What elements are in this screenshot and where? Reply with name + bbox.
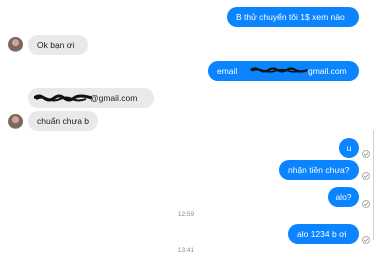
message-incoming-email: @gmail.com bbox=[28, 88, 154, 108]
read-receipt-icon bbox=[362, 150, 370, 158]
redaction-scribble bbox=[34, 94, 92, 102]
contact-avatar[interactable] bbox=[8, 37, 23, 52]
message-outgoing-3: nhận tiền chưa? bbox=[279, 160, 359, 180]
message-outgoing-4: alo? bbox=[328, 187, 359, 207]
read-receipt-icon bbox=[362, 200, 370, 208]
message-outgoing-email: email gmail.com bbox=[208, 61, 359, 81]
read-receipt-icon bbox=[362, 236, 370, 244]
redaction-scribble bbox=[249, 67, 308, 73]
read-receipt-icon bbox=[362, 172, 370, 180]
email-suffix-incoming: @gmail.com bbox=[90, 93, 138, 103]
email-prefix: email bbox=[217, 66, 238, 76]
message-outgoing-1: B thử chuyển tôi 1$ xem nào bbox=[227, 7, 359, 27]
message-incoming-1: Ok bạn ơi bbox=[28, 35, 88, 55]
message-outgoing-5: alo 1234 b ơi bbox=[288, 224, 359, 244]
chat-thread: B thử chuyển tôi 1$ xem nào Ok bạn ơi em… bbox=[0, 0, 374, 257]
timestamp: 13:41 bbox=[177, 247, 195, 254]
timestamp: 12:59 bbox=[177, 211, 195, 218]
contact-avatar[interactable] bbox=[8, 114, 23, 129]
message-outgoing-2: u bbox=[339, 138, 359, 158]
email-suffix: gmail.com bbox=[308, 66, 347, 76]
message-incoming-2: chuẩn chưa b bbox=[28, 111, 98, 131]
